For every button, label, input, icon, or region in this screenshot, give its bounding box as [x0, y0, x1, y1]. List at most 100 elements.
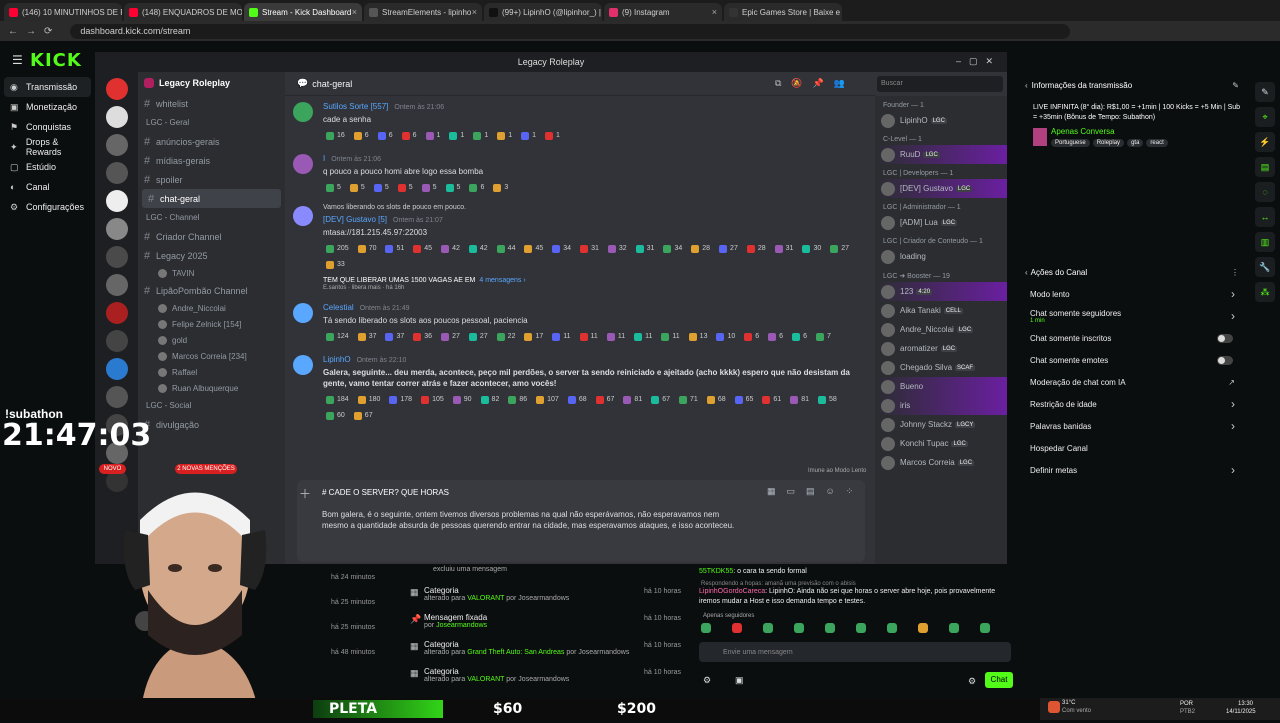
- chat-send-button[interactable]: Chat: [985, 672, 1013, 688]
- emote-icon[interactable]: [701, 623, 711, 633]
- channel-item[interactable]: # Legacy 2025: [138, 246, 285, 265]
- member-item[interactable]: [ADM] Lua LGC: [875, 213, 1007, 232]
- chat-icon[interactable]: ◌: [1255, 182, 1275, 202]
- reaction[interactable]: 11: [604, 330, 628, 343]
- kick-logo[interactable]: KICK: [30, 50, 82, 71]
- browser-tab[interactable]: (148) ENQUADROS DE MOTO×: [124, 3, 242, 21]
- nav-item[interactable]: ⚑ Conquistas: [0, 117, 95, 137]
- channel-item[interactable]: # mídias-gerais: [138, 151, 285, 170]
- server-icon[interactable]: [105, 302, 128, 324]
- edit-icon[interactable]: ✎: [1232, 81, 1239, 90]
- server-icon[interactable]: [105, 78, 128, 100]
- member-item[interactable]: Marcos Correia LGC: [875, 453, 1007, 472]
- chevron-left-icon[interactable]: ‹: [1025, 81, 1028, 90]
- composer-tools-icons[interactable]: ▦▭▤☺⁘: [767, 486, 864, 497]
- emote-icon[interactable]: [949, 623, 959, 633]
- server-icon[interactable]: [105, 218, 128, 240]
- reaction[interactable]: 27: [716, 242, 741, 255]
- reaction[interactable]: 205: [323, 242, 352, 255]
- emote-icon[interactable]: [980, 623, 990, 633]
- server-icon[interactable]: [105, 386, 128, 408]
- reaction[interactable]: 28: [688, 242, 713, 255]
- reaction[interactable]: 68: [565, 393, 590, 406]
- event-sub-link[interactable]: Josearmandows: [436, 622, 487, 629]
- reaction[interactable]: 105: [418, 393, 447, 406]
- reaction[interactable]: 13: [686, 330, 711, 343]
- member-item[interactable]: 123 4:20: [875, 282, 1007, 301]
- chat-input[interactable]: Envie uma mensagem: [699, 642, 1011, 662]
- window-controls[interactable]: –▢✕: [956, 56, 1001, 67]
- emote-icon[interactable]: [794, 623, 804, 633]
- channel-category[interactable]: LGC - Geral: [138, 113, 285, 132]
- server-icon[interactable]: [105, 106, 128, 128]
- category-link[interactable]: Apenas Conversa: [1051, 127, 1168, 136]
- avatar[interactable]: [293, 102, 313, 122]
- channel-action-row[interactable]: Moderação de chat com IA ↗: [1025, 371, 1245, 393]
- nav-item[interactable]: ◐ Canal: [0, 177, 95, 197]
- add-attachment-icon[interactable]: ＋: [299, 485, 311, 502]
- voice-user[interactable]: gold: [138, 332, 285, 348]
- message-author[interactable]: I: [323, 154, 325, 163]
- reaction[interactable]: 67: [593, 393, 618, 406]
- reaction[interactable]: 60: [323, 409, 348, 422]
- nav-item[interactable]: ▣ Monetização: [0, 97, 95, 117]
- message-author[interactable]: LipinhO: [323, 355, 351, 364]
- reaction[interactable]: 11: [577, 330, 601, 343]
- reaction[interactable]: 184: [323, 393, 352, 406]
- voice-user[interactable]: Marcos Correia [234]: [138, 348, 285, 364]
- url-field[interactable]: dashboard.kick.com/stream: [70, 23, 1071, 39]
- reaction[interactable]: 68: [704, 393, 729, 406]
- message-author[interactable]: Celestial: [323, 303, 354, 312]
- reaction[interactable]: 67: [648, 393, 673, 406]
- reaction[interactable]: 7: [813, 330, 834, 343]
- nav-item[interactable]: ✦ Drops & Rewards: [0, 137, 95, 157]
- composer-body[interactable]: Bom galera, é o seguinte, ontem tivemos …: [322, 509, 742, 531]
- tag-pill[interactable]: react: [1146, 139, 1168, 147]
- language[interactable]: POR: [1180, 701, 1193, 707]
- close-icon[interactable]: ×: [712, 7, 717, 17]
- reaction[interactable]: 5: [443, 181, 464, 194]
- reaction[interactable]: 27: [466, 330, 491, 343]
- channel-action-row[interactable]: Hospedar Canal: [1025, 437, 1245, 459]
- reaction[interactable]: 42: [438, 242, 463, 255]
- back-icon[interactable]: ←: [8, 26, 18, 37]
- member-item[interactable]: RuuD LGC: [875, 145, 1007, 164]
- member-item[interactable]: Bueno: [875, 377, 1007, 396]
- reaction[interactable]: 5: [347, 181, 368, 194]
- list-icon[interactable]: ▤: [1255, 157, 1275, 177]
- wrench-icon[interactable]: 🔧: [1255, 257, 1275, 277]
- channel-item[interactable]: # LipãoPombão Channel: [138, 281, 285, 300]
- more-icon[interactable]: ⋮: [1231, 268, 1239, 277]
- thread-preview[interactable]: TEM QUE LIBERAR UMAS 1500 VAGAS AE EM 4 m…: [323, 277, 875, 291]
- event-sub-link[interactable]: VALORANT: [467, 595, 504, 602]
- server-name[interactable]: Legacy Roleplay: [159, 78, 230, 88]
- channel-item[interactable]: # chat-geral: [142, 189, 281, 208]
- reaction[interactable]: 11: [549, 330, 573, 343]
- avatar[interactable]: [293, 154, 313, 174]
- reaction[interactable]: 58: [815, 393, 840, 406]
- edit-icon[interactable]: ✎: [1255, 82, 1275, 102]
- chevron-left-icon[interactable]: ‹: [1025, 268, 1028, 277]
- browser-tab[interactable]: Epic Games Store | Baixe e jog×: [724, 3, 842, 21]
- voice-user[interactable]: Andre_Niccolai: [138, 300, 285, 316]
- channel-action-row[interactable]: Chat somente seguidores 1 min ›: [1025, 305, 1245, 327]
- member-item[interactable]: LipinhO LGC: [875, 111, 1007, 130]
- toggle-switch[interactable]: [1217, 333, 1233, 343]
- reaction[interactable]: 61: [759, 393, 784, 406]
- channel-item[interactable]: # whitelist: [138, 94, 285, 113]
- reaction[interactable]: 34: [660, 242, 685, 255]
- reaction[interactable]: 6: [466, 181, 487, 194]
- server-icon[interactable]: [105, 358, 128, 380]
- reaction[interactable]: 27: [438, 330, 463, 343]
- tag-pill[interactable]: Roleplay: [1092, 139, 1125, 147]
- voice-user[interactable]: Felipe Zelnick [154]: [138, 316, 285, 332]
- reaction[interactable]: 6: [741, 330, 762, 343]
- reaction[interactable]: 33: [323, 258, 348, 271]
- bolt-icon[interactable]: ⚡: [1255, 132, 1275, 152]
- clock-date[interactable]: 14/11/2025: [1226, 709, 1256, 715]
- reaction[interactable]: 1: [518, 129, 539, 142]
- reaction[interactable]: 36: [410, 330, 435, 343]
- browser-tab[interactable]: Stream - Kick Dashboard ×: [244, 3, 362, 21]
- reaction[interactable]: 30: [799, 242, 824, 255]
- reaction[interactable]: 32: [605, 242, 630, 255]
